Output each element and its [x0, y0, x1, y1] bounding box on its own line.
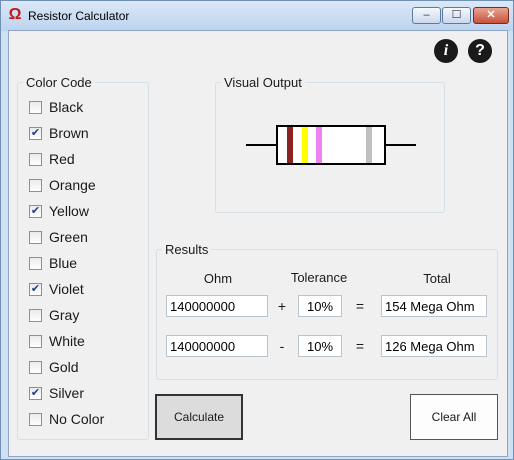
tolerance-plus-field[interactable]: 10% — [298, 295, 342, 317]
color-option-label: Orange — [49, 177, 96, 193]
help-question-icon[interactable]: ? — [468, 39, 492, 63]
title-bar[interactable]: Ω Resistor Calculator – ☐ ✕ — [1, 1, 513, 31]
color-option-label: Gold — [49, 359, 79, 375]
total-min-field[interactable]: 126 Mega Ohm — [381, 335, 487, 357]
color-option-label: Silver — [49, 385, 85, 401]
checkbox-red[interactable] — [29, 153, 42, 166]
checkbox-brown[interactable]: ✔ — [29, 127, 42, 140]
checkbox-silver[interactable]: ✔ — [29, 387, 42, 400]
checkbox-gold[interactable] — [29, 361, 42, 374]
checkbox-violet[interactable]: ✔ — [29, 283, 42, 296]
color-option-label: Green — [49, 229, 88, 245]
total-max-field[interactable]: 154 Mega Ohm — [381, 295, 487, 317]
checkbox-blue[interactable] — [29, 257, 42, 270]
visual-output-group: Visual Output — [215, 75, 445, 213]
clear-all-button[interactable]: Clear All — [410, 394, 498, 440]
app-window: Ω Resistor Calculator – ☐ ✕ i ? Color Co… — [0, 0, 514, 460]
tolerance-minus-field[interactable]: 10% — [298, 335, 342, 357]
resistor-band-1 — [287, 127, 293, 163]
info-icon[interactable]: i — [434, 39, 458, 63]
calculate-button[interactable]: Calculate — [155, 394, 243, 440]
color-option-label: No Color — [49, 411, 105, 427]
resistor-band-tolerance — [366, 127, 372, 163]
omega-app-icon: Ω — [8, 6, 22, 23]
client-area: i ? Color Code Black ✔ Brown Red Orange ✔ Yell… — [8, 30, 508, 457]
color-option-label: Violet — [49, 281, 84, 297]
color-code-group: Color Code Black ✔ Brown Red Orange ✔ Yellow Gr… — [17, 75, 149, 440]
results-legend: Results — [162, 242, 212, 257]
ohm-max-field[interactable]: 140000000 — [166, 295, 268, 317]
tolerance-header: Tolerance — [290, 270, 348, 285]
resistor-band-2 — [302, 127, 308, 163]
resistor-diagram — [246, 125, 416, 165]
ohm-min-field[interactable]: 140000000 — [166, 335, 268, 357]
checkbox-no-color[interactable] — [29, 413, 42, 426]
close-button[interactable]: ✕ — [473, 7, 509, 24]
maximize-button[interactable]: ☐ — [442, 7, 471, 24]
color-code-legend: Color Code — [23, 75, 95, 90]
total-header: Total — [423, 271, 451, 286]
color-option-label: White — [49, 333, 85, 349]
plus-operator: + — [277, 298, 287, 314]
minimize-button[interactable]: – — [412, 7, 441, 24]
results-group: Results Ohm Tolerance Total 140000000 + … — [156, 242, 498, 380]
color-option-label: Gray — [49, 307, 80, 323]
color-option-label: Red — [49, 151, 75, 167]
checkbox-black[interactable] — [29, 101, 42, 114]
checkbox-yellow[interactable]: ✔ — [29, 205, 42, 218]
color-option-label: Brown — [49, 125, 89, 141]
window-title: Resistor Calculator — [28, 9, 130, 23]
minus-operator: - — [279, 338, 285, 354]
checkbox-green[interactable] — [29, 231, 42, 244]
color-option-label: Black — [49, 99, 84, 115]
equals-sign: = — [355, 338, 365, 354]
ohm-header: Ohm — [203, 271, 233, 286]
resistor-band-3 — [316, 127, 322, 163]
checkbox-white[interactable] — [29, 335, 42, 348]
checkbox-orange[interactable] — [29, 179, 42, 192]
color-option-label: Blue — [49, 255, 78, 271]
checkbox-gray[interactable] — [29, 309, 42, 322]
color-option-label: Yellow — [49, 203, 89, 219]
equals-sign: = — [355, 298, 365, 314]
